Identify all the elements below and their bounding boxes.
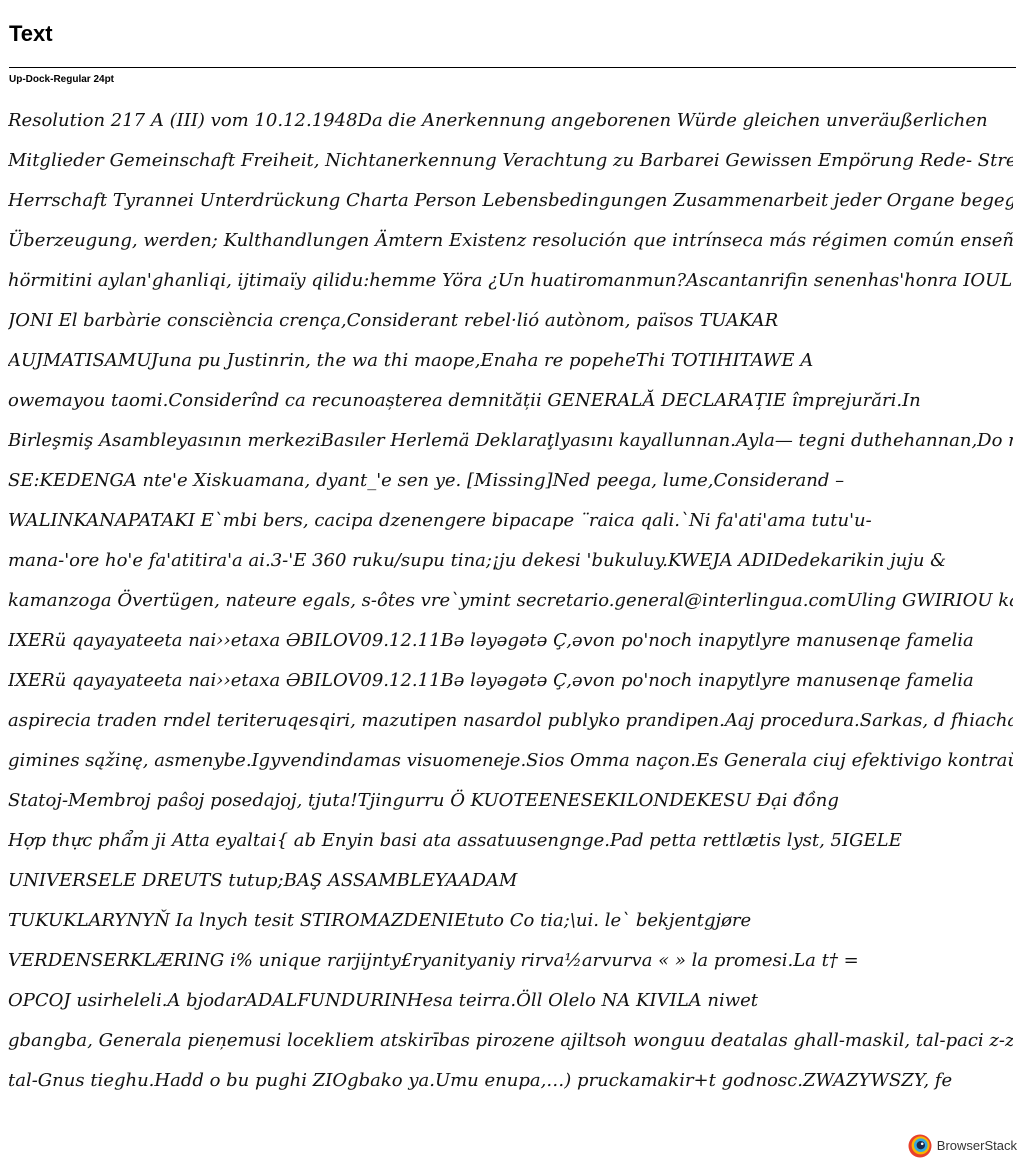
- font-sample-text: Resolution 217 A (III) vom 10.12.1948Da …: [8, 101, 1013, 1101]
- sample-line: Resolution 217 A (III) vom 10.12.1948Da …: [8, 110, 988, 131]
- sample-line: mana-'ore ho'e fa'atitira'a ai.3-'E 360 …: [8, 550, 947, 571]
- sample-line: SE:KEDENGA nte'e Xiskuamana, dyant_'e se…: [8, 470, 845, 491]
- header-divider: [9, 67, 1016, 68]
- sample-line: IXERü qayayateeta nai››etaxa ƏBILOV09.12…: [8, 670, 974, 691]
- sample-line: OPCOJ usirheleli.A bjodarADALFUNDURINHes…: [8, 990, 759, 1011]
- sample-line: gbangba, Generala pieņemusi locekliem at…: [8, 1030, 1013, 1051]
- sample-line: Statoj-Membroj paŝoj posedajoj, tjuta!Tj…: [8, 790, 839, 811]
- sample-line: VERDENSERKLÆRING i% unique rarjijnty£rya…: [8, 950, 859, 971]
- sample-line: UNIVERSELE DREUTS tutup;BAŞ ASSAMBLEYAAD…: [8, 870, 518, 891]
- sample-line: TUKUKLARYNYŇ Ia lnych tesit STIROMAZDENI…: [8, 910, 752, 931]
- sample-line: tal-Gnus tieghu.Hadd o bu pughi ZIOgbako…: [8, 1070, 953, 1091]
- brand-name: BrowserStack: [936, 1138, 1017, 1153]
- sample-line: IXERü qayayateeta nai››etaxa ƏBILOV09.12…: [8, 630, 974, 651]
- browserstack-badge: BrowserStack: [908, 1132, 1017, 1160]
- sample-line: owemayou taomi.Considerînd ca recunoaște…: [8, 390, 921, 411]
- sample-line: Herrschaft Tyrannei Unterdrückung Charta…: [8, 190, 1013, 211]
- sample-line: WALINKANAPATAKI E`mbi bers, cacipa dzene…: [8, 510, 872, 531]
- sample-line: hörmitini aylan'ghanliqi, ijtimaïy qilid…: [8, 270, 1013, 291]
- sample-line: Birleşmiş Asambleyasının merkeziBasıler …: [8, 430, 1013, 451]
- sample-line: Hợp thực phẩm ji Atta eyaltai{ ab Enyin …: [8, 830, 902, 851]
- sample-line: Überzeugung, werden; Kulthandlungen Ämte…: [8, 230, 1013, 251]
- sample-line: kamanzoga Övertügen, nateure egals, s-ôt…: [8, 590, 1013, 611]
- sample-line: JONI El barbàrie consciència crença,Cons…: [8, 310, 779, 331]
- page-title: Text: [9, 21, 53, 46]
- sample-line: AUJMATISAMUJuna pu Justinrin, the wa thi…: [8, 350, 814, 371]
- sample-line: Mitglieder Gemeinschaft Freiheit, Nichta…: [8, 150, 1013, 171]
- font-label: Up-Dock-Regular 24pt: [9, 74, 115, 85]
- sample-line: aspirecia traden rndel teriteruqesqiri, …: [8, 710, 1013, 731]
- sample-line: gimines sąžinę, asmenybe.Igyvendindamas …: [8, 750, 1013, 771]
- browserstack-logo-icon: [908, 1134, 932, 1158]
